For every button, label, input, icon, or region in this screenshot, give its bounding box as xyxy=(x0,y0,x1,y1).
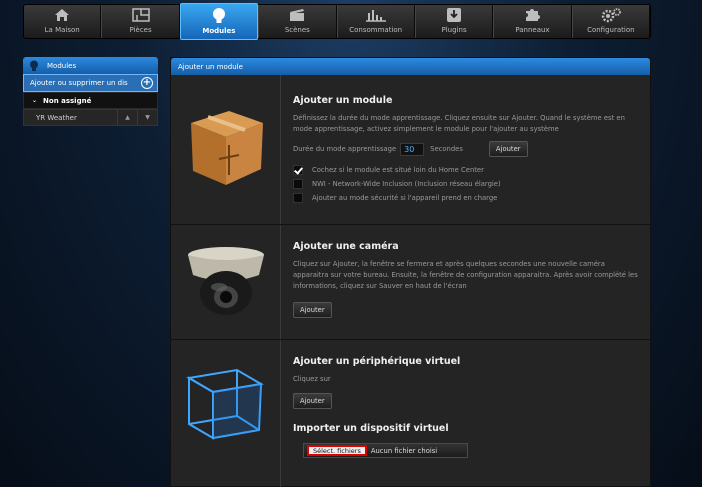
add-virtual-description: Cliquez sur xyxy=(293,375,331,383)
add-module-title: Ajouter un module xyxy=(293,95,393,106)
nav-consommation[interactable]: Consommation xyxy=(336,5,415,38)
sidebar-add-remove-device[interactable]: Ajouter ou supprimer un dis + xyxy=(23,74,158,92)
nav-plugins[interactable]: Plugins xyxy=(414,5,494,38)
nav-label: Modules xyxy=(202,27,236,35)
nav-label: Consommation xyxy=(349,26,403,34)
add-camera-section: Ajouter une caméra Cliquez sur Ajouter, … xyxy=(171,225,650,340)
option-nwi[interactable]: NWI - Network-Wide Inclusion (Inclusion … xyxy=(293,177,640,191)
rooms-icon xyxy=(130,6,152,24)
duration-label: Durée du mode apprentissage xyxy=(293,144,397,153)
virtual-cube-image xyxy=(171,340,281,487)
gears-icon xyxy=(600,6,622,24)
main-panel: Ajouter un module Ajouter un module Défi… xyxy=(170,57,651,487)
add-camera-description: Cliquez sur Ajouter, la fenêtre se ferme… xyxy=(293,260,638,290)
top-navigation: La Maison Pièces Modules Scènes Consomma… xyxy=(23,3,651,40)
sidebar-title: Modules xyxy=(47,61,77,70)
nav-scenes[interactable]: Scènes xyxy=(258,5,337,38)
option-label: Cochez si le module est situé loin du Ho… xyxy=(312,166,484,174)
option-label: Ajouter au mode sécurité si l'appareil p… xyxy=(312,194,498,202)
option-label: NWI - Network-Wide Inclusion (Inclusion … xyxy=(312,180,501,188)
chevron-down-icon: ⌄ xyxy=(32,97,38,104)
import-virtual-title: Importer un dispositif virtuel xyxy=(293,423,449,434)
sidebar-room-non-assigne[interactable]: ⌄ Non assigné xyxy=(23,92,158,109)
option-security-mode[interactable]: Ajouter au mode sécurité si l'appareil p… xyxy=(293,191,640,205)
plus-circle-icon[interactable]: + xyxy=(141,77,153,89)
add-camera-button[interactable]: Ajouter xyxy=(293,302,332,318)
add-virtual-device-section: Ajouter un périphérique virtuel Cliquez … xyxy=(171,340,650,487)
sidebar-device-yr-weather[interactable]: YR Weather ▲ ▼ xyxy=(23,109,158,126)
sidebar-header: Modules xyxy=(23,57,158,74)
nav-label: Configuration xyxy=(587,26,635,34)
nav-label: Pièces xyxy=(129,26,152,34)
nav-label: Scènes xyxy=(284,26,310,34)
add-virtual-button[interactable]: Ajouter xyxy=(293,393,332,409)
nav-label: Plugins xyxy=(441,26,467,34)
sidebar: Modules Ajouter ou supprimer un dis + ⌄ … xyxy=(23,57,158,126)
file-picker[interactable]: Sélect. fichiers Aucun fichier choisi xyxy=(303,443,468,458)
add-module-description: Définissez la durée du mode apprentissag… xyxy=(293,114,625,133)
nav-la-maison[interactable]: La Maison xyxy=(24,5,102,38)
download-icon xyxy=(443,6,465,24)
add-module-section: Ajouter un module Définissez la durée du… xyxy=(171,75,650,225)
bar-chart-icon xyxy=(365,6,387,24)
main-panel-header: Ajouter un module xyxy=(171,58,650,75)
sidebar-device-label: YR Weather xyxy=(36,113,77,122)
checkbox[interactable] xyxy=(293,193,303,203)
house-icon xyxy=(51,6,73,24)
sidebar-room-label: Non assigné xyxy=(43,96,92,105)
box-image xyxy=(171,75,281,224)
file-status: Aucun fichier choisi xyxy=(370,446,438,455)
select-files-button[interactable]: Sélect. fichiers xyxy=(307,445,367,456)
camera-image xyxy=(171,225,281,339)
nav-pieces[interactable]: Pièces xyxy=(101,5,180,38)
option-remote-module[interactable]: Cochez si le module est situé loin du Ho… xyxy=(293,163,640,177)
checkbox[interactable] xyxy=(293,179,303,189)
nav-label: Panneaux xyxy=(515,26,550,34)
add-module-button[interactable]: Ajouter xyxy=(488,141,528,157)
nav-configuration[interactable]: Configuration xyxy=(571,5,650,38)
sidebar-add-label: Ajouter ou supprimer un dis xyxy=(30,79,128,87)
nav-label: La Maison xyxy=(44,26,80,34)
lightbulb-icon xyxy=(29,60,39,71)
puzzle-icon xyxy=(521,6,543,24)
checkbox[interactable] xyxy=(293,165,303,175)
duration-input[interactable] xyxy=(400,142,425,156)
clapperboard-icon xyxy=(286,6,308,24)
nav-panneaux[interactable]: Panneaux xyxy=(493,5,572,38)
nav-modules[interactable]: Modules xyxy=(179,3,259,40)
duration-unit: Secondes xyxy=(430,144,463,153)
arrow-down-icon[interactable]: ▼ xyxy=(137,110,157,125)
arrow-up-icon[interactable]: ▲ xyxy=(117,110,137,125)
lightbulb-icon xyxy=(208,7,230,25)
add-virtual-title: Ajouter un périphérique virtuel xyxy=(293,356,461,367)
sort-arrows: ▲ ▼ xyxy=(117,110,157,125)
add-camera-title: Ajouter une caméra xyxy=(293,241,399,252)
